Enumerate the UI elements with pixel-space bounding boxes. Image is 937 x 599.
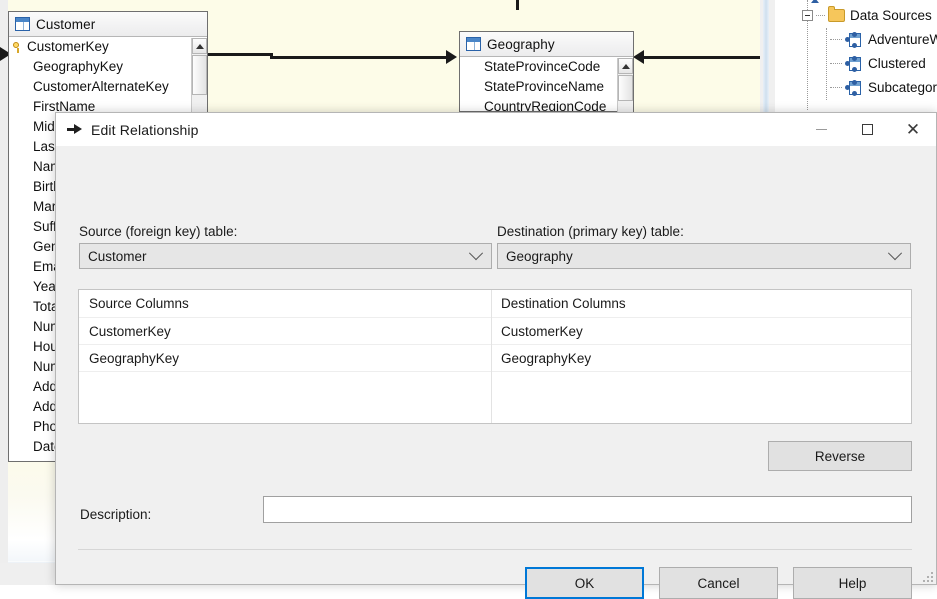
source-column-cell[interactable]: CustomerKey <box>79 318 491 344</box>
entity-column-row[interactable]: StateProvinceName <box>460 77 633 97</box>
entity-column-label: CountryRegionCode <box>484 99 607 111</box>
entity-column-row[interactable]: CustomerKey <box>9 37 207 57</box>
entity-column-row[interactable]: CustomerAlternateKey <box>9 77 207 97</box>
relationship-arrowhead-left <box>633 50 644 64</box>
entity-header-geography[interactable]: Geography <box>460 32 633 57</box>
source-table-label: Source (foreign key) table: <box>79 224 238 239</box>
primary-key-icon <box>11 40 25 54</box>
columns-mapping-grid[interactable]: Source Columns Destination Columns Custome… <box>78 289 912 424</box>
tree-caret-up-icon <box>811 0 819 3</box>
tree-guide-line-children <box>826 28 828 100</box>
relationship-line-segment-5 <box>516 0 519 10</box>
resize-grip[interactable] <box>920 569 933 582</box>
grid-column-header: Destination Columns <box>501 296 626 311</box>
tree-connector <box>816 14 825 17</box>
window-controls: ✕ <box>798 113 936 146</box>
dialog-title: Edit Relationship <box>91 121 199 138</box>
entity-header-customer[interactable]: Customer <box>9 12 207 37</box>
ok-button[interactable]: OK <box>525 567 644 599</box>
close-button[interactable]: ✕ <box>890 113 936 146</box>
relationship-arrow-icon <box>67 122 82 137</box>
data-source-view-icon <box>845 31 863 48</box>
chevron-down-icon <box>887 246 903 261</box>
dialog-titlebar[interactable]: Edit Relationship ✕ <box>56 113 936 146</box>
tree-item-label: Data Sources <box>850 8 932 23</box>
grid-row[interactable]: CustomerKey CustomerKey <box>79 317 911 344</box>
scroll-up-button[interactable] <box>618 58 633 74</box>
reverse-button[interactable]: Reverse <box>768 441 912 471</box>
tree-connector <box>830 62 842 65</box>
entity-column-row[interactable]: CountryRegionCode <box>460 97 633 111</box>
minimize-button[interactable] <box>798 113 844 146</box>
table-icon <box>15 17 30 31</box>
grid-row[interactable]: GeographyKey GeographyKey <box>79 344 911 371</box>
scroll-thumb[interactable] <box>618 75 633 101</box>
source-table-value: Customer <box>88 248 147 264</box>
destination-column-cell[interactable]: CustomerKey <box>491 318 911 344</box>
relationship-line-segment-3 <box>270 56 450 59</box>
maximize-button[interactable] <box>844 113 890 146</box>
tree-item-label: Clustered <box>868 56 926 71</box>
grid-header-row: Source Columns Destination Columns <box>79 290 911 317</box>
entity-scrollbar-geography[interactable] <box>617 58 633 112</box>
entity-column-row[interactable]: GeographyKey <box>9 57 207 77</box>
entity-column-row[interactable]: StateProvinceCode <box>460 57 633 77</box>
source-column-cell[interactable]: GeographyKey <box>79 345 491 371</box>
scroll-up-button[interactable] <box>192 38 207 54</box>
data-source-view-icon <box>845 79 863 96</box>
edit-relationship-dialog[interactable]: Edit Relationship ✕ Source (foreign key)… <box>55 112 937 599</box>
destination-column-cell[interactable]: GeographyKey <box>491 345 911 371</box>
tree-item-1[interactable]: Clustered <box>775 53 937 74</box>
entity-column-label: StateProvinceName <box>484 79 605 94</box>
data-source-view-icon <box>845 55 863 72</box>
entity-column-label: StateProvinceCode <box>484 59 601 74</box>
entity-box-geography[interactable]: Geography StateProvinceCode StateProvince… <box>459 31 634 112</box>
source-table-dropdown[interactable]: Customer <box>79 243 492 269</box>
grid-column-header: Source Columns <box>89 296 189 311</box>
folder-icon <box>828 6 845 22</box>
grid-column-divider <box>491 290 492 423</box>
entity-column-label: CustomerAlternateKey <box>33 79 169 94</box>
destination-table-label: Destination (primary key) table: <box>497 224 684 239</box>
scroll-thumb[interactable] <box>192 55 207 95</box>
tree-connector <box>830 86 842 89</box>
cancel-button[interactable]: Cancel <box>659 567 778 599</box>
relationship-arrowhead-right <box>446 50 457 64</box>
entity-column-label: GeographyKey <box>33 59 124 74</box>
table-icon <box>466 37 481 51</box>
destination-table-dropdown[interactable]: Geography <box>497 243 911 269</box>
destination-table-value: Geography <box>506 248 573 264</box>
tree-item-2[interactable]: Subcategory <box>775 77 937 98</box>
dialog-body: Source (foreign key) table: Customer Des… <box>56 146 936 599</box>
entity-title: Geography <box>487 36 555 52</box>
tree-item-data-sources[interactable]: Data Sources <box>775 5 937 26</box>
tree-item-0[interactable]: AdventureWo <box>775 29 937 50</box>
description-label: Description: <box>80 507 152 522</box>
destination-column-cell[interactable] <box>491 372 911 398</box>
entity-title: Customer <box>36 16 96 32</box>
tree-item-label: AdventureWo <box>868 32 937 47</box>
chevron-down-icon <box>468 246 484 261</box>
tree-item-label: Subcategory <box>868 80 937 95</box>
source-column-cell[interactable] <box>79 372 491 398</box>
footer-separator <box>78 549 912 550</box>
tree-connector <box>830 38 842 41</box>
entity-column-list-geography[interactable]: StateProvinceCode StateProvinceName Countr… <box>460 57 633 111</box>
collapse-icon[interactable] <box>802 10 813 21</box>
description-input[interactable] <box>263 496 912 523</box>
help-button[interactable]: Help <box>793 567 912 599</box>
relationship-line-segment-4 <box>644 56 760 59</box>
grid-row[interactable] <box>79 371 911 398</box>
entity-column-label: CustomerKey <box>27 39 109 54</box>
